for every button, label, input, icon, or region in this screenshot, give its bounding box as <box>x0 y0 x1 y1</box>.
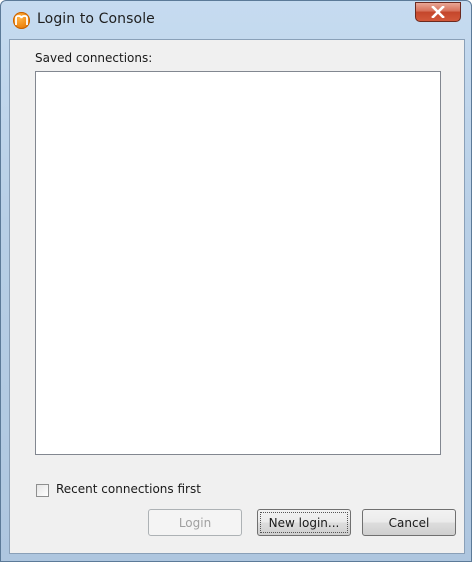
close-icon <box>431 6 445 18</box>
saved-connections-label: Saved connections: <box>35 51 153 65</box>
recent-first-label[interactable]: Recent connections first <box>56 482 201 496</box>
window-title: Login to Console <box>37 11 155 27</box>
dialog-body: Saved connections: Recent connections fi… <box>9 39 465 554</box>
recent-first-checkbox[interactable] <box>36 484 49 497</box>
close-button[interactable] <box>415 2 461 22</box>
title-bar[interactable]: Login to Console <box>1 1 471 39</box>
saved-connections-list[interactable] <box>35 71 441 455</box>
app-logo-icon <box>13 12 30 29</box>
cancel-button[interactable]: Cancel <box>362 509 456 536</box>
login-dialog: Login to Console Saved connections: Rece… <box>0 0 472 562</box>
new-login-label: New login... <box>268 515 340 530</box>
login-button[interactable]: Login <box>148 509 242 536</box>
new-login-button[interactable]: New login... <box>257 509 351 536</box>
